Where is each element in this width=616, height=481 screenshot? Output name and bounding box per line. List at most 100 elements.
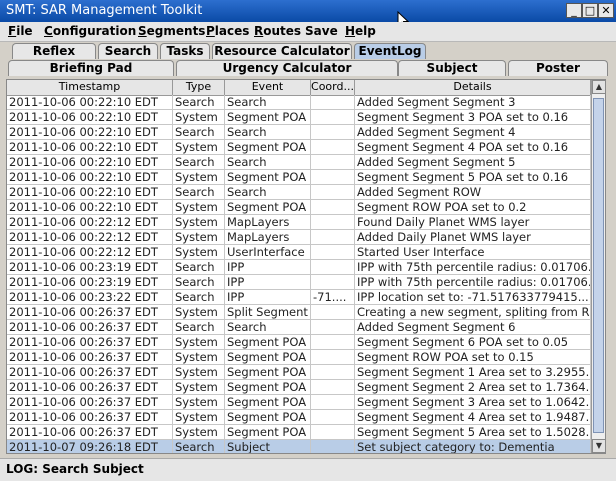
table-cell: Segment POA: [225, 425, 311, 440]
table-cell: [311, 440, 355, 453]
table-row[interactable]: 2011-10-06 00:22:12 EDT System MapLayers Ad…: [7, 230, 591, 245]
tab-subject[interactable]: Subject: [398, 60, 506, 76]
scrollbar-thumb[interactable]: [593, 98, 604, 433]
table-cell: Segment Segment 3 POA set to 0.16: [355, 110, 591, 125]
table-cell: System: [173, 305, 225, 320]
table-row[interactable]: 2011-10-06 00:26:37 EDT System Split Segme…: [7, 305, 591, 320]
vertical-scrollbar[interactable]: ▲ ▼: [591, 80, 605, 453]
table-cell: System: [173, 215, 225, 230]
event-log-table: Timestamp Type Event Coord... Details 2011-1…: [6, 79, 606, 454]
table-row[interactable]: 2011-10-06 00:26:37 EDT System Segment POA…: [7, 425, 591, 440]
column-header-event[interactable]: Event: [225, 80, 311, 95]
table-row[interactable]: 2011-10-06 00:22:10 EDT Search Search Added…: [7, 125, 591, 140]
table-cell: 2011-10-06 00:22:10 EDT: [7, 125, 173, 140]
table-cell: Found Daily Planet WMS layer: [355, 215, 591, 230]
table-cell: Search: [173, 320, 225, 335]
table-cell: Segment POA: [225, 380, 311, 395]
table-cell: [311, 410, 355, 425]
tab-eventlog[interactable]: EventLog: [354, 43, 426, 59]
column-header-details[interactable]: Details: [355, 80, 591, 95]
table-cell: UserInterface: [225, 245, 311, 260]
table-cell: IPP location set to: -71.517633779415...: [355, 290, 591, 305]
close-button[interactable]: ✕: [598, 3, 614, 18]
table-cell: 2011-10-06 00:22:10 EDT: [7, 185, 173, 200]
column-header-coord[interactable]: Coord...: [311, 80, 355, 95]
column-header-timestamp[interactable]: Timestamp: [7, 80, 173, 95]
table-cell: 2011-10-06 00:22:10 EDT: [7, 170, 173, 185]
menu-save[interactable]: Save: [305, 24, 338, 38]
table-cell: IPP: [225, 275, 311, 290]
table-cell: IPP with 75th percentile radius: 0.01706…: [357, 275, 591, 290]
table-cell: IPP: [225, 290, 311, 305]
maximize-button[interactable]: □: [582, 3, 598, 18]
table-row[interactable]: 2011-10-06 00:26:37 EDT System Segment POA…: [7, 380, 591, 395]
table-cell: System: [173, 410, 225, 425]
table-cell: 2011-10-06 00:22:10 EDT: [7, 140, 173, 155]
table-cell: [311, 335, 355, 350]
table-cell: 2011-10-06 00:26:37 EDT: [7, 410, 173, 425]
table-row[interactable]: 2011-10-06 00:22:10 EDT System Segment POA…: [7, 110, 591, 125]
table-cell: [311, 125, 355, 140]
table-cell: [311, 275, 355, 290]
table-row[interactable]: 2011-10-07 09:26:18 EDT Search Subject Set …: [7, 440, 591, 453]
table-row[interactable]: 2011-10-06 00:22:12 EDT System MapLayers Fo…: [7, 215, 591, 230]
table-cell: 2011-10-06 00:23:22 EDT: [7, 290, 173, 305]
table-row[interactable]: 2011-10-06 00:26:37 EDT System Segment POA…: [7, 410, 591, 425]
status-text: LOG: Search Subject: [6, 462, 144, 476]
table-cell: Added Daily Planet WMS layer: [355, 230, 591, 245]
tab-briefing-pad[interactable]: Briefing Pad: [8, 60, 174, 76]
tab-urgency-calculator[interactable]: Urgency Calculator: [176, 60, 398, 76]
table-cell: 2011-10-06 00:22:10 EDT: [7, 200, 173, 215]
menu-configuration[interactable]: Configuration: [44, 24, 136, 38]
scroll-up-icon[interactable]: ▲: [592, 80, 605, 94]
table-cell: Set subject category to: Dementia: [355, 440, 591, 453]
tab-reflex-tasks[interactable]: Reflex Tasks: [12, 43, 96, 73]
table-cell: 2011-10-06 00:23:19 EDT: [7, 260, 173, 275]
menu-places[interactable]: Places: [206, 24, 249, 38]
table-body[interactable]: 2011-10-06 00:22:10 EDT Search Search Added…: [7, 95, 591, 453]
table-row[interactable]: 2011-10-06 00:22:10 EDT System Segment POA…: [7, 200, 591, 215]
table-row[interactable]: 2011-10-06 00:22:10 EDT Search Search Added…: [7, 155, 591, 170]
table-cell: [311, 305, 355, 320]
table-cell: 2011-10-06 00:26:37 EDT: [7, 320, 173, 335]
table-cell: System: [173, 335, 225, 350]
table-row[interactable]: 2011-10-06 00:22:10 EDT Search Search Added…: [7, 185, 591, 200]
table-row[interactable]: 2011-10-06 00:22:10 EDT Search Search Added…: [7, 95, 591, 110]
column-header-type[interactable]: Type: [173, 80, 225, 95]
table-cell: Added Segment Segment 5: [355, 155, 591, 170]
window-title: SMT: SAR Management Toolkit: [6, 3, 203, 18]
table-row[interactable]: 2011-10-06 00:26:37 EDT System Segment POA…: [7, 335, 591, 350]
menu-routes[interactable]: Routes: [254, 24, 301, 38]
table-cell: [311, 215, 355, 230]
table-row[interactable]: 2011-10-06 00:23:19 EDT Search IPP IPP with…: [7, 275, 591, 290]
table-cell: Segment Segment 5 POA set to 0.16: [355, 170, 591, 185]
tab-search[interactable]: Search: [98, 43, 158, 59]
table-cell: Search: [225, 320, 311, 335]
table-row[interactable]: 2011-10-06 00:26:37 EDT System Segment POA…: [7, 365, 591, 380]
table-cell: [311, 245, 355, 260]
scroll-down-icon[interactable]: ▼: [592, 439, 605, 453]
table-cell: Segment POA: [225, 170, 311, 185]
menu-segments[interactable]: Segments: [138, 24, 205, 38]
table-row[interactable]: 2011-10-06 00:22:10 EDT System Segment POA…: [7, 170, 591, 185]
minimize-button[interactable]: _: [566, 3, 582, 18]
table-cell: Segment POA: [225, 365, 311, 380]
title-bar[interactable]: SMT: SAR Management Toolkit _ □ ✕: [0, 0, 616, 22]
table-row[interactable]: 2011-10-06 00:22:12 EDT System UserInterfa…: [7, 245, 591, 260]
menu-help[interactable]: Help: [345, 24, 376, 38]
table-cell: Search: [173, 95, 225, 110]
table-row[interactable]: 2011-10-06 00:23:19 EDT Search IPP IPP with…: [7, 260, 591, 275]
table-row[interactable]: 2011-10-06 00:23:22 EDT Search IPP -71.... I…: [7, 290, 591, 305]
table-cell: Segment POA: [225, 395, 311, 410]
table-row[interactable]: 2011-10-06 00:26:37 EDT System Segment POA…: [7, 350, 591, 365]
tab-resource-calculator[interactable]: Resource Calculator: [212, 43, 352, 59]
table-cell: System: [173, 395, 225, 410]
table-row[interactable]: 2011-10-06 00:26:37 EDT System Segment POA…: [7, 395, 591, 410]
table-row[interactable]: 2011-10-06 00:26:37 EDT Search Search Added…: [7, 320, 591, 335]
table-cell: System: [173, 245, 225, 260]
table-row[interactable]: 2011-10-06 00:22:10 EDT System Segment POA…: [7, 140, 591, 155]
menu-file[interactable]: File: [8, 24, 33, 38]
table-cell: 2011-10-06 00:23:19 EDT: [7, 275, 173, 290]
tab-tasks[interactable]: Tasks: [160, 43, 210, 59]
tab-poster[interactable]: Poster: [508, 60, 608, 76]
